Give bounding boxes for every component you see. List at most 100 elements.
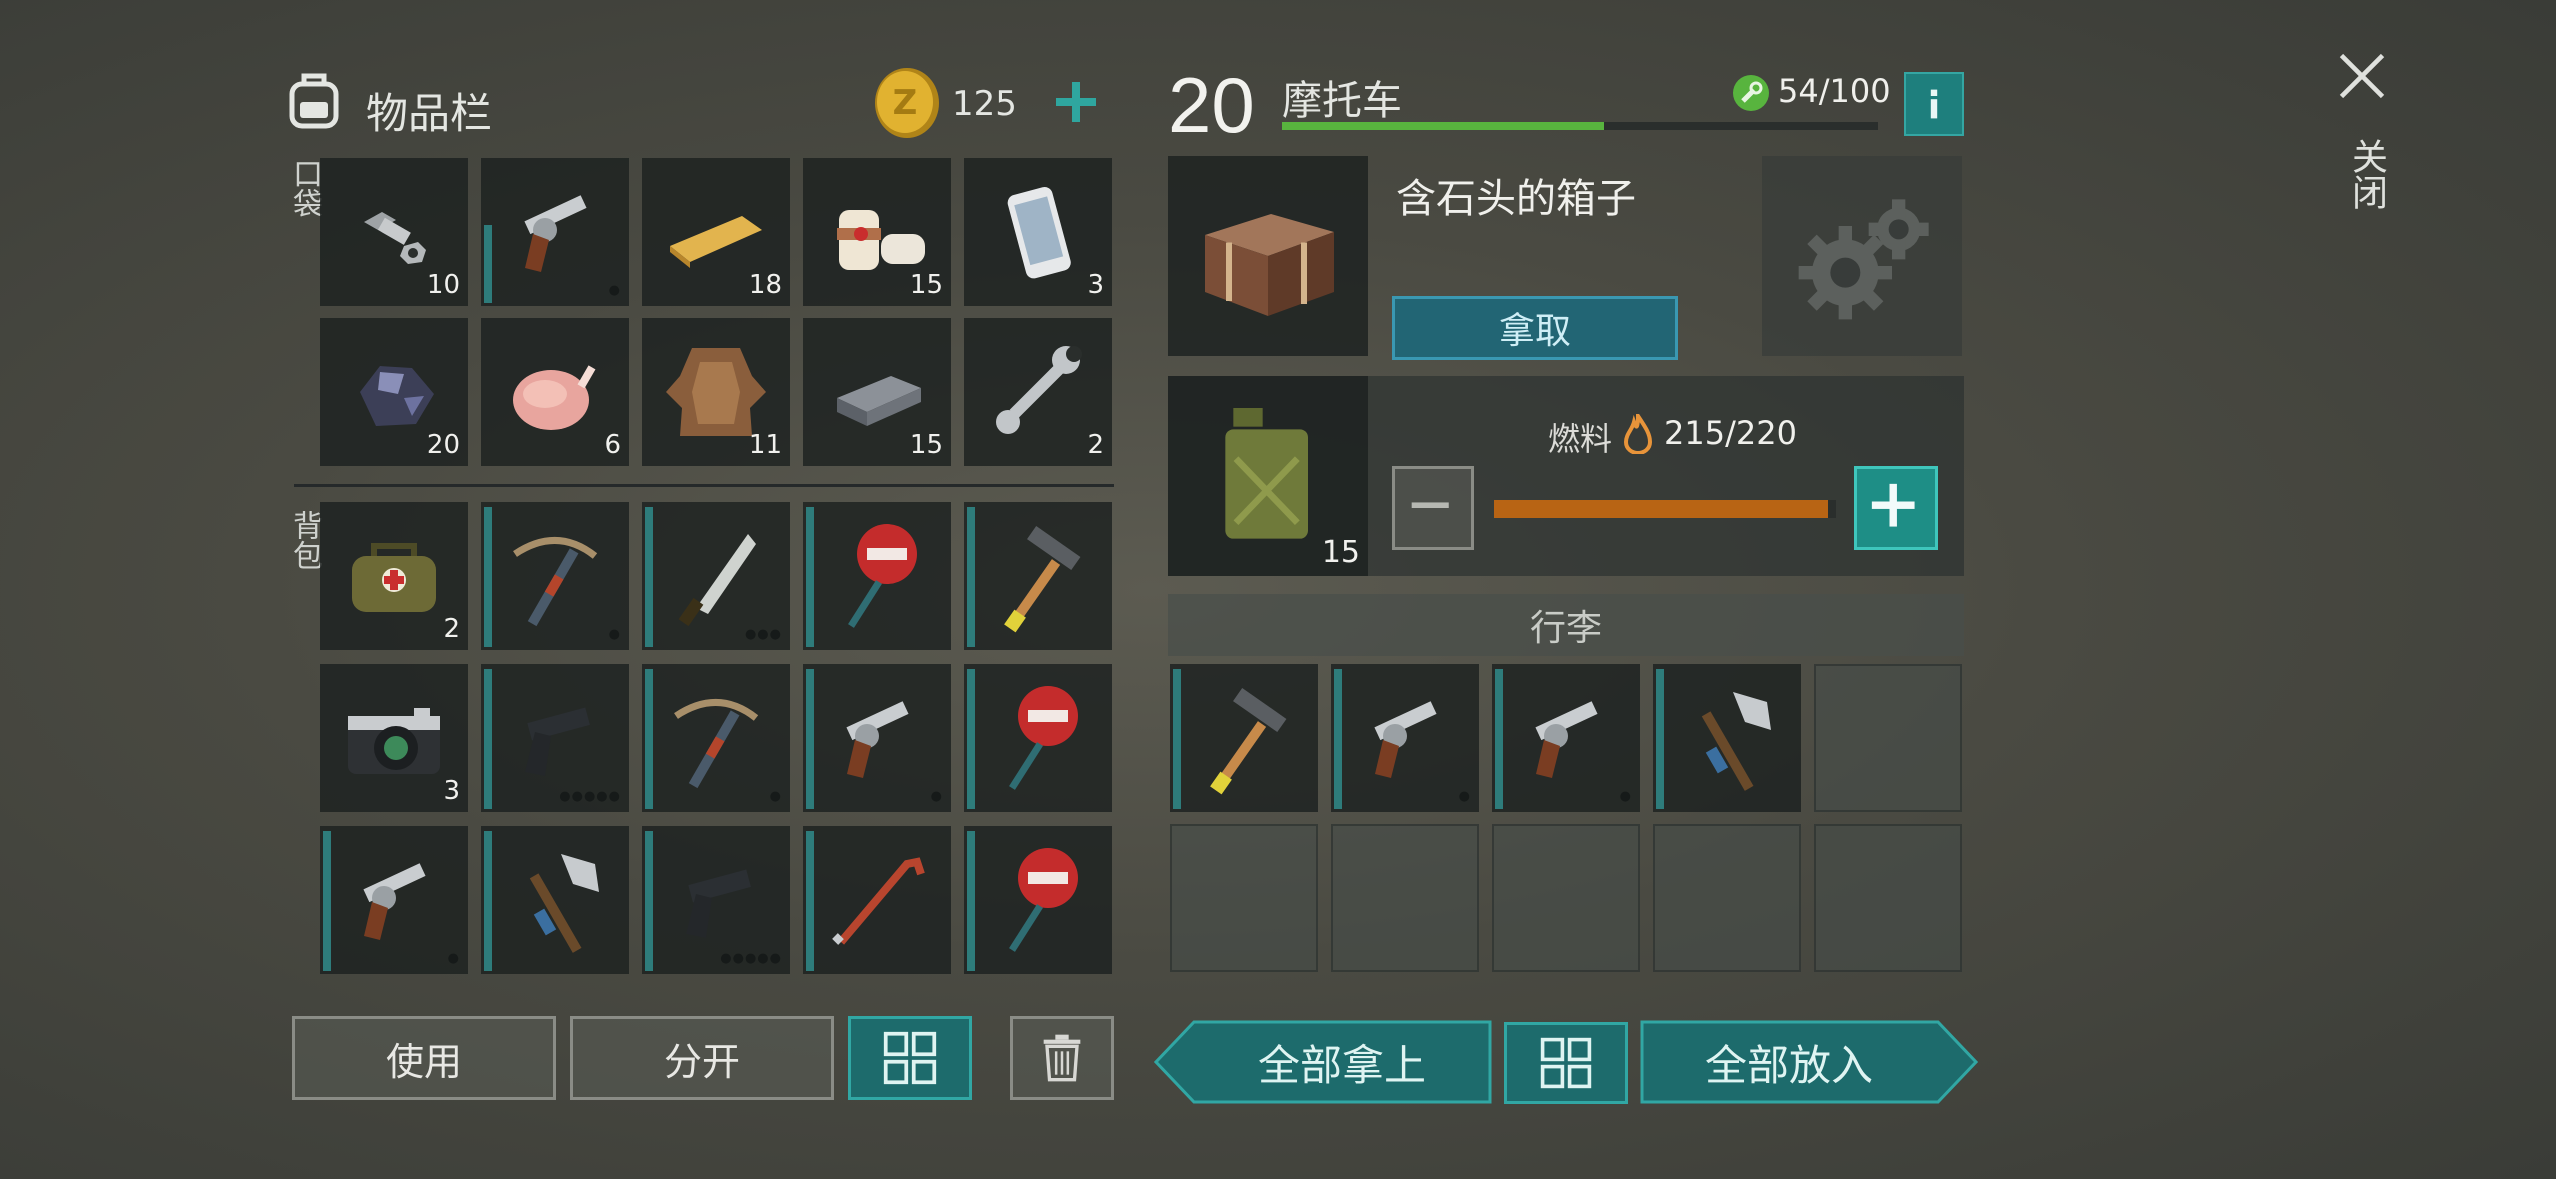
- item-slot-wrench[interactable]: 2: [964, 318, 1112, 466]
- item-count: 15: [909, 270, 943, 300]
- item-slot-revolver[interactable]: ●: [803, 664, 951, 812]
- put-all-label: 全部放入: [1704, 1040, 1873, 1090]
- pistol-icon: [525, 707, 590, 776]
- empty-slot[interactable]: [1653, 824, 1801, 972]
- add-coins-button[interactable]: [1048, 74, 1104, 130]
- take-button[interactable]: 拿取: [1392, 296, 1678, 360]
- item-count: 11: [748, 430, 782, 460]
- item-count: 18: [748, 270, 782, 300]
- item-slot-pistol[interactable]: ●●●●●: [642, 826, 790, 974]
- item-slot-crossbow[interactable]: ●: [481, 502, 629, 650]
- item-slot-bandage[interactable]: 15: [803, 158, 951, 306]
- hammer-icon: [1004, 525, 1081, 633]
- fuel-slider[interactable]: [1494, 500, 1836, 518]
- item-slot-smartphone[interactable]: 3: [964, 158, 1112, 306]
- item-slot-animal-hide[interactable]: 11: [642, 318, 790, 466]
- quality-dots: ●●●: [744, 627, 782, 642]
- put-all-button[interactable]: 全部放入: [1640, 1020, 1978, 1104]
- close-label: 关闭: [2346, 138, 2387, 210]
- quality-dots: ●: [447, 951, 460, 966]
- fuel-increase-button[interactable]: [1854, 466, 1938, 550]
- empty-slot[interactable]: [1814, 664, 1962, 812]
- item-slot-fire-axe[interactable]: [481, 826, 629, 974]
- take-all-label: 全部拿上: [1257, 1040, 1426, 1090]
- quality-dots: ●: [608, 283, 621, 298]
- item-slot-revolver[interactable]: ●: [481, 158, 629, 306]
- item-slot-wood-plank[interactable]: 18: [642, 158, 790, 306]
- item-slot-revolver[interactable]: ●: [1492, 664, 1640, 812]
- durability-strip: [1173, 669, 1181, 809]
- sort-luggage-button[interactable]: [1504, 1022, 1628, 1104]
- fuel-value: 215/220: [1664, 414, 1797, 452]
- camera-icon: [348, 708, 440, 774]
- fuel-decrease-button[interactable]: [1392, 466, 1474, 550]
- durability-strip: [806, 669, 814, 809]
- crate-title: 含石头的箱子: [1396, 176, 1636, 222]
- crate-slot[interactable]: [1168, 156, 1368, 356]
- durability-strip: [1495, 669, 1503, 809]
- fire-axe-icon: [1701, 692, 1771, 791]
- empty-slot[interactable]: [1492, 824, 1640, 972]
- item-slot-crossbow[interactable]: ●: [642, 664, 790, 812]
- durability-bar: [1282, 122, 1878, 130]
- sort-inventory-button[interactable]: [848, 1016, 972, 1100]
- fuel-can-slot[interactable]: 15: [1168, 376, 1368, 576]
- item-slot-hammer[interactable]: [964, 502, 1112, 650]
- revolver-icon: [846, 701, 909, 778]
- durability-strip: [1334, 669, 1342, 809]
- settings-panel[interactable]: [1762, 156, 1962, 356]
- stop-sign-icon: [1009, 848, 1078, 952]
- item-slot-iron-ingot[interactable]: 15: [803, 318, 951, 466]
- item-slot-pistol[interactable]: ●●●●●: [481, 664, 629, 812]
- item-slot-revolver[interactable]: ●: [1331, 664, 1479, 812]
- medkit-bag-icon: [352, 543, 436, 612]
- item-slot-stop-sign[interactable]: [964, 826, 1112, 974]
- item-slot-hammer[interactable]: [1170, 664, 1318, 812]
- raw-chicken-icon: [513, 365, 596, 430]
- item-slot-fire-axe[interactable]: [1653, 664, 1801, 812]
- empty-slot[interactable]: [1331, 824, 1479, 972]
- crowbar-icon: [832, 857, 925, 945]
- durability-strip: [645, 831, 653, 971]
- item-slot-stop-sign[interactable]: [803, 502, 951, 650]
- close-icon: [2339, 53, 2385, 99]
- plus-icon: [1056, 82, 1096, 122]
- info-button[interactable]: [1904, 72, 1964, 136]
- revolver-icon: [1535, 701, 1598, 778]
- fuel-can-count: 15: [1321, 535, 1360, 570]
- wrench-icon: [996, 346, 1082, 434]
- item-count: 15: [909, 430, 943, 460]
- empty-slot[interactable]: [1814, 824, 1962, 972]
- split-button[interactable]: 分开: [570, 1016, 834, 1100]
- revolver-icon: [363, 863, 426, 940]
- item-slot-revolver[interactable]: ●: [320, 826, 468, 974]
- jerry-can-icon: [1225, 408, 1308, 539]
- durability-strip: [967, 669, 975, 809]
- item-slot-machete[interactable]: ●●●: [642, 502, 790, 650]
- item-slot-bolt-and-nut[interactable]: 10: [320, 158, 468, 306]
- take-all-button[interactable]: 全部拿上: [1154, 1020, 1492, 1104]
- minus-icon: [1411, 502, 1449, 508]
- repair-icon: [1732, 74, 1770, 112]
- item-slot-stop-sign[interactable]: [964, 664, 1112, 812]
- item-slot-crowbar[interactable]: [803, 826, 951, 974]
- empty-slot[interactable]: [1170, 824, 1318, 972]
- durability-strip: [967, 831, 975, 971]
- durability-strip: [484, 507, 492, 647]
- durability-strip: [806, 507, 814, 647]
- durability-fill: [1282, 122, 1604, 130]
- close-button[interactable]: 关闭: [2322, 48, 2402, 238]
- item-slot-medkit-bag[interactable]: 2: [320, 502, 468, 650]
- item-slot-camera[interactable]: 3: [320, 664, 468, 812]
- use-button[interactable]: 使用: [292, 1016, 556, 1100]
- section-divider: [294, 484, 1114, 487]
- coin-count: 125: [952, 84, 1017, 124]
- item-slot-raw-chicken[interactable]: 6: [481, 318, 629, 466]
- item-slot-ore[interactable]: 20: [320, 318, 468, 466]
- inventory-title: 物品栏: [366, 89, 493, 138]
- hammer-icon: [1210, 687, 1287, 795]
- item-count: 2: [1087, 430, 1104, 460]
- trash-button[interactable]: [1010, 1016, 1114, 1100]
- fuel-label: 燃料: [1548, 420, 1613, 458]
- stop-sign-icon: [1009, 686, 1078, 790]
